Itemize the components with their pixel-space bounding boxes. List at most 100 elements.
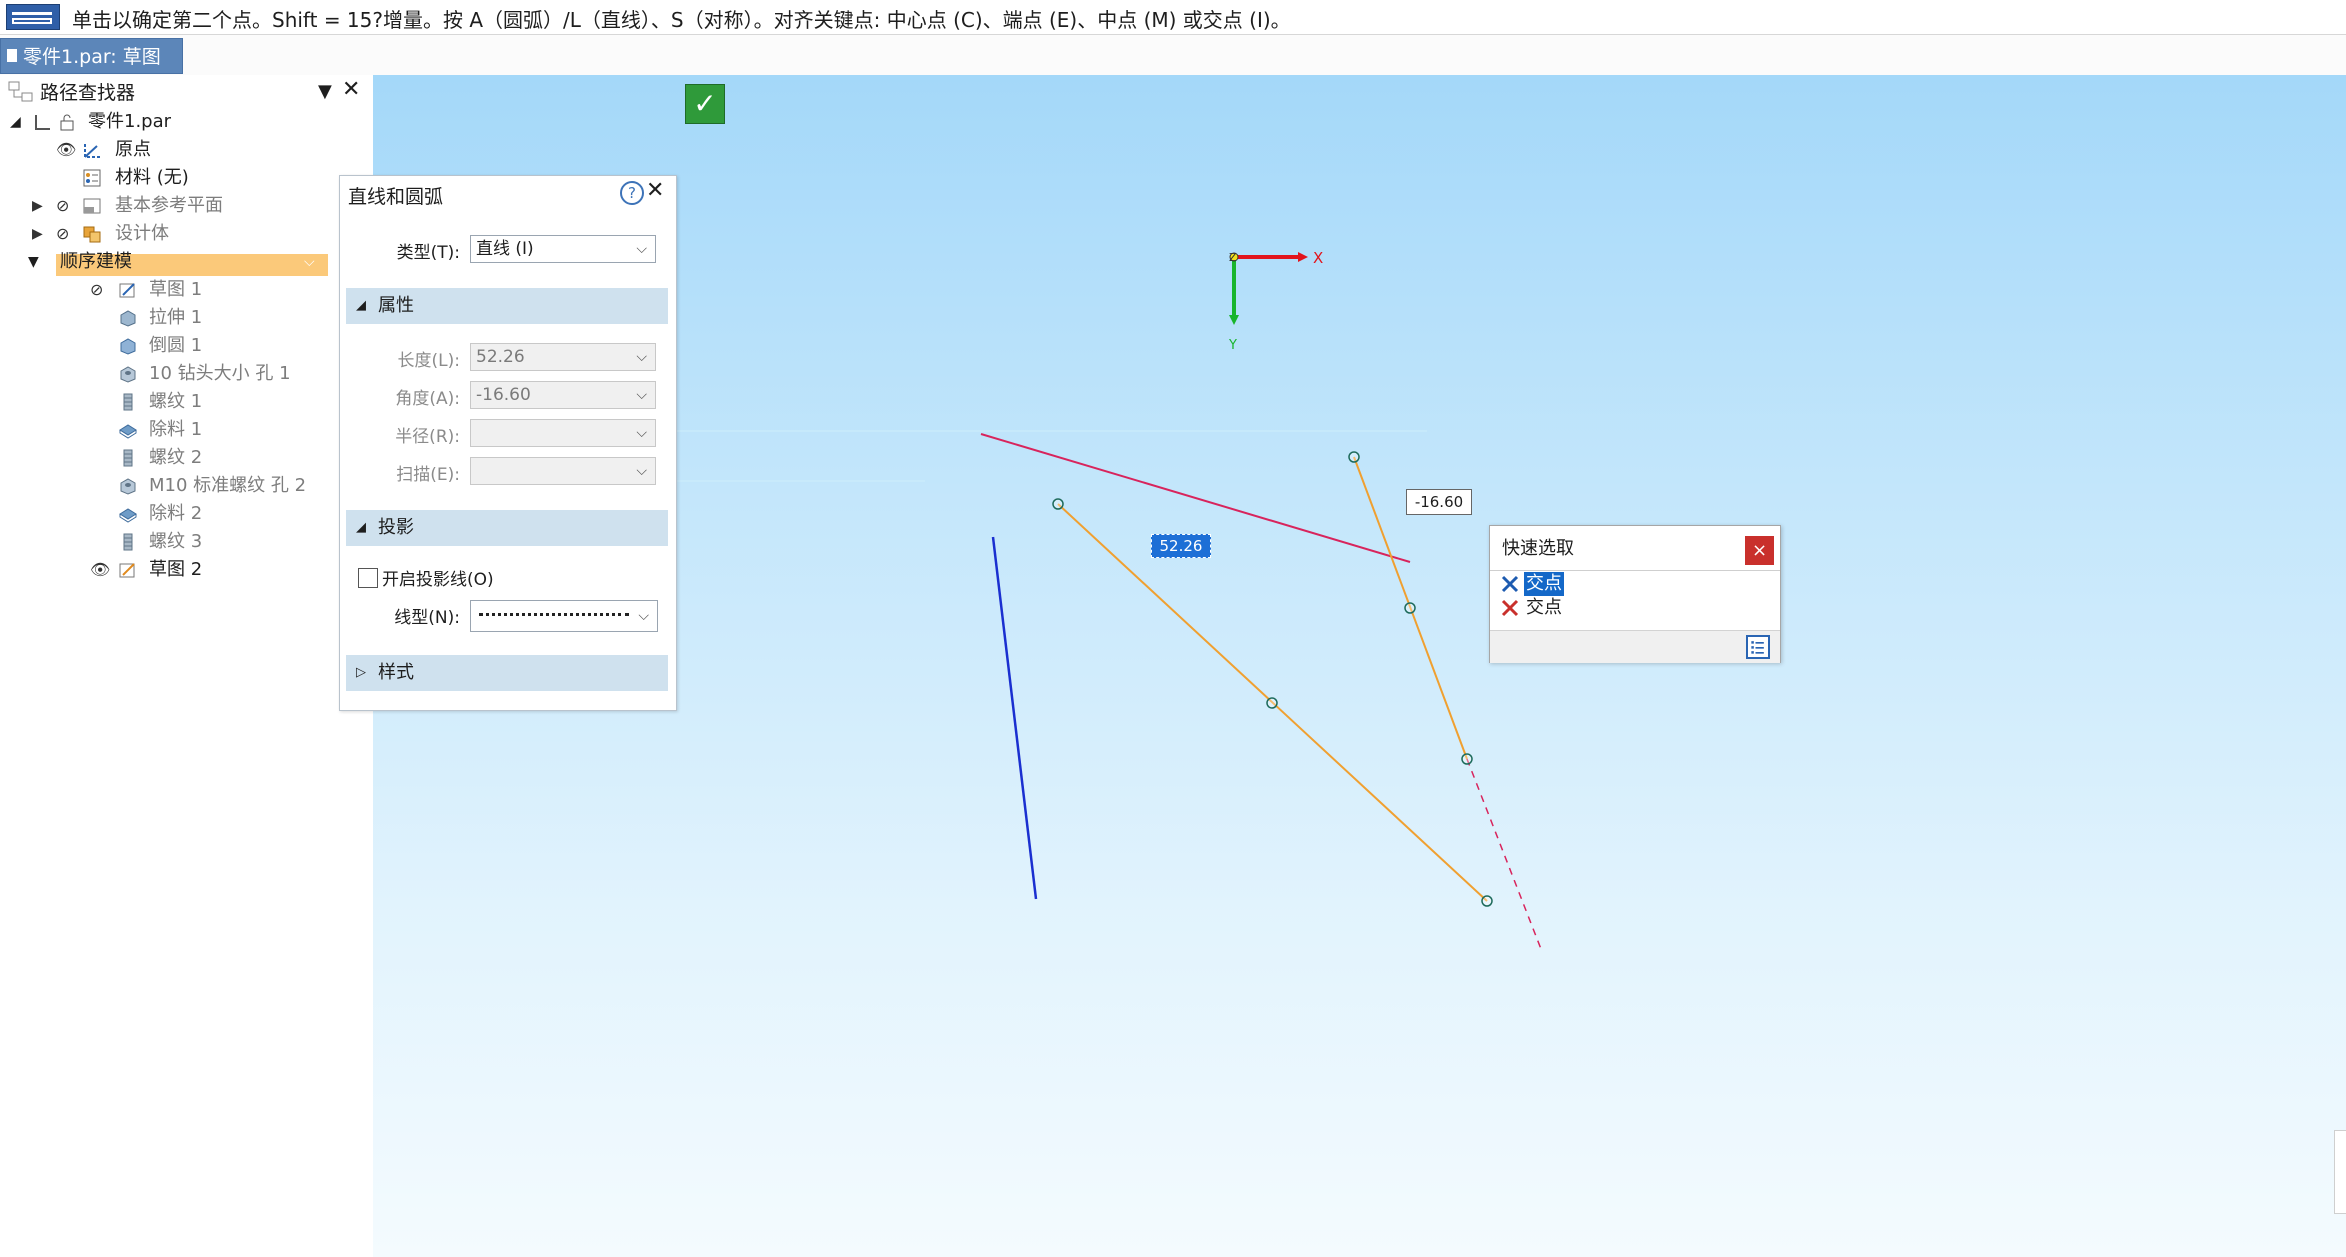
sketch-icon: [119, 563, 135, 578]
extension-dashed-line: [1466, 758, 1542, 950]
tree-item-cutout-2[interactable]: 除料 2: [8, 500, 328, 528]
radius-field[interactable]: ⌵: [470, 419, 656, 447]
hidden-eye-icon[interactable]: ⊘: [56, 220, 69, 248]
radius-label: 半径(R):: [395, 427, 460, 447]
y-axis-label: Y: [1228, 338, 1237, 353]
panel-title: 直线和圆弧: [348, 186, 444, 208]
thread-icon: [123, 449, 133, 467]
design-body-icon: [83, 226, 101, 243]
tree-item-cutout-1[interactable]: 除料 1: [8, 416, 328, 444]
tree-item-design-body[interactable]: ▶ ⊘ 设计体: [8, 220, 328, 248]
x-axis-label: X: [1313, 249, 1323, 267]
collapse-icon[interactable]: ◢: [10, 108, 21, 136]
material-icon: [83, 169, 101, 187]
type-label: 类型(T):: [396, 243, 460, 263]
angle-field[interactable]: -16.60 ⌵: [470, 381, 656, 409]
tree-item-label: 顺序建模: [60, 251, 132, 272]
length-label: 长度(L):: [397, 351, 460, 371]
side-panel-tab[interactable]: [2334, 1130, 2346, 1214]
tree-item-label: 原点: [115, 139, 151, 160]
x-axis-arrow: [1298, 252, 1308, 262]
tree-item-sketch-1[interactable]: ⊘ 草图 1: [8, 276, 328, 304]
hole-icon: [120, 478, 136, 495]
tree-item-label: 除料 2: [149, 503, 203, 524]
prompt-text: 单击以确定第二个点。Shift = 15?增量。按 A（圆弧）/L（直线）、S（…: [72, 8, 1291, 32]
sweep-label: 扫描(E):: [396, 465, 460, 485]
list-view-icon[interactable]: [1746, 635, 1770, 659]
tree-item-round-1[interactable]: 倒圆 1: [8, 332, 328, 360]
command-bar-icon[interactable]: [6, 4, 60, 30]
quickpick-item-intersection-1[interactable]: 交点: [1500, 572, 1770, 596]
y-axis-arrow: [1229, 315, 1239, 325]
cutout-icon: [119, 508, 137, 523]
projection-section-header[interactable]: ◢ 投影: [346, 510, 668, 546]
quickpick-footer: [1490, 630, 1780, 663]
round-icon: [120, 338, 136, 355]
linetype-select[interactable]: ⌵: [470, 600, 658, 632]
accept-checkmark-button[interactable]: ✓: [685, 84, 725, 124]
properties-section-header[interactable]: ◢ 属性: [346, 288, 668, 324]
close-button[interactable]: ×: [1745, 536, 1774, 565]
close-icon[interactable]: ✕: [646, 178, 664, 203]
tree-item-label: 草图 2: [149, 559, 203, 580]
prompt-bar: 单击以确定第二个点。Shift = 15?增量。按 A（圆弧）/L（直线）、S（…: [0, 0, 2346, 35]
tree-item-origin[interactable]: 👁 原点: [8, 136, 328, 164]
close-icon[interactable]: ✕: [342, 77, 360, 102]
projection-line-label: 开启投影线(O): [382, 570, 494, 590]
intersection-icon: [1501, 575, 1519, 593]
tree-item-extrude-1[interactable]: 拉伸 1: [8, 304, 328, 332]
hidden-eye-icon[interactable]: ⊘: [56, 192, 69, 220]
tree-item-label: 除料 1: [149, 419, 203, 440]
section-label: 样式: [378, 662, 414, 683]
quickpick-popup: 快速选取 × 交点 交点: [1489, 525, 1781, 663]
hidden-eye-icon[interactable]: ⊘: [90, 276, 103, 304]
thread-icon: [123, 533, 133, 551]
keypoint: [1404, 602, 1416, 614]
tree-item-thread-3[interactable]: 螺纹 3: [8, 528, 328, 556]
tree-item-sequential-modeling[interactable]: ▼ 顺序建模 ⌵: [8, 248, 328, 276]
expand-icon[interactable]: ▶: [32, 220, 43, 248]
type-select-value: 直线 (I): [476, 239, 534, 259]
sweep-field[interactable]: ⌵: [470, 457, 656, 485]
collapse-triangle-icon: ◢: [356, 520, 366, 535]
panel-menu-icon[interactable]: ▼: [318, 81, 332, 102]
keypoint: [1461, 753, 1473, 765]
eye-icon[interactable]: 👁: [56, 136, 76, 164]
eye-icon[interactable]: 👁: [90, 556, 110, 584]
expand-icon[interactable]: ▶: [32, 192, 43, 220]
collapse-icon[interactable]: ▼: [28, 248, 39, 276]
type-select[interactable]: 直线 (I) ⌵: [470, 235, 656, 263]
tree-item-thread-1[interactable]: 螺纹 1: [8, 388, 328, 416]
length-field[interactable]: 52.26 ⌵: [470, 343, 656, 371]
thread-icon: [123, 393, 133, 411]
tree-item-hole-2[interactable]: M10 标准螺纹 孔 2: [8, 472, 328, 500]
angle-dimension-input[interactable]: -16.60: [1406, 489, 1472, 515]
extrude-icon: [120, 310, 136, 327]
lock-icon: [60, 114, 74, 131]
tree-item-label: 螺纹 1: [149, 391, 203, 412]
tree-item-label: 10 钻头大小 孔 1: [149, 363, 291, 384]
line-and-arc-panel: 直线和圆弧 ? ✕ 类型(T): 直线 (I) ⌵ ◢ 属性 长度(L): 52…: [339, 175, 677, 711]
tree-item-label: M10 标准螺纹 孔 2: [149, 475, 307, 496]
projection-line-checkbox[interactable]: [358, 568, 378, 588]
length-dimension-input[interactable]: 52.26: [1151, 534, 1211, 558]
pathfinder-header: 路径查找器 ▼ ✕: [0, 75, 373, 107]
tree-item-hole-1[interactable]: 10 钻头大小 孔 1: [8, 360, 328, 388]
sketch-icon: [119, 283, 135, 298]
dropdown-icon[interactable]: ⌵: [304, 248, 315, 276]
document-tab[interactable]: 零件1.par: 草图: [0, 38, 183, 74]
z-axis-label: Z: [1229, 251, 1237, 264]
style-section-header[interactable]: ▷ 样式: [346, 655, 668, 691]
tree-item-thread-2[interactable]: 螺纹 2: [8, 444, 328, 472]
tree-item-base-planes[interactable]: ▶ ⊘ 基本参考平面: [8, 192, 328, 220]
tree-item-label: 螺纹 2: [149, 447, 203, 468]
part-icon: [35, 115, 50, 130]
tree-item-part[interactable]: ◢ 零件1.par: [8, 108, 328, 136]
chevron-down-icon: ⌵: [636, 425, 647, 441]
quickpick-item-intersection-2[interactable]: 交点: [1500, 596, 1770, 620]
tree-item-material[interactable]: 材料 (无): [8, 164, 328, 192]
help-icon[interactable]: ?: [620, 181, 644, 205]
part-document-icon: [7, 49, 17, 62]
document-tab-label: 零件1.par: 草图: [23, 46, 161, 68]
tree-item-sketch-2[interactable]: 👁 草图 2: [8, 556, 328, 584]
